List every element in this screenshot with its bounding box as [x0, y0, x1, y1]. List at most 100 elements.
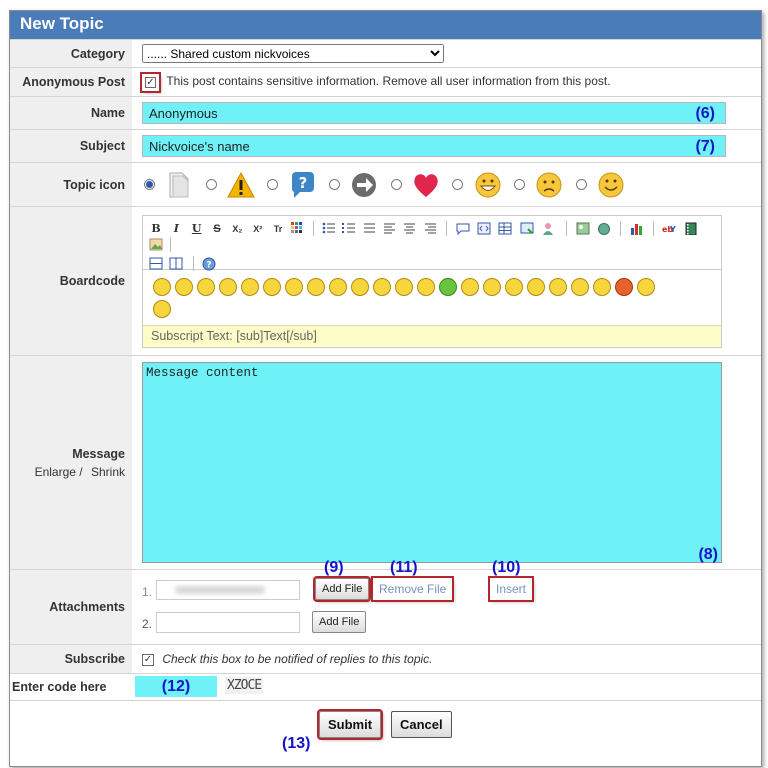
insert-link[interactable]: Insert — [487, 575, 535, 602]
boardcode-hint: Subscript Text: [sub]Text[/sub] — [143, 324, 721, 347]
submit-button[interactable]: Submit — [316, 709, 384, 740]
marker-13: (13) — [282, 735, 311, 752]
smiley-sleep-icon[interactable] — [461, 277, 479, 296]
italic-button[interactable]: I — [169, 221, 183, 236]
marker-9: (9) — [324, 558, 344, 576]
bulleted-list-icon[interactable] — [322, 222, 336, 235]
subscript-button[interactable]: X₂ — [230, 222, 244, 237]
smiley-angry-icon[interactable] — [307, 277, 325, 296]
category-label: Category — [10, 39, 132, 68]
image-icon[interactable] — [576, 222, 590, 235]
message-textarea[interactable]: Message content (8) — [142, 362, 722, 563]
smiley-devil-icon[interactable] — [615, 277, 633, 296]
align-right-icon[interactable] — [424, 222, 437, 235]
warning-icon — [227, 171, 255, 197]
split-horizontal-icon[interactable] — [149, 257, 163, 270]
code-icon[interactable] — [477, 222, 491, 235]
smiley-dizzy-icon[interactable] — [483, 277, 501, 296]
name-label: Name — [10, 96, 132, 130]
align-left-icon[interactable] — [383, 222, 396, 235]
heart-icon — [414, 173, 438, 197]
smiley-rolleyes-icon[interactable] — [395, 277, 413, 296]
user-icon[interactable] — [541, 222, 555, 235]
attachments-label: Attachments — [10, 569, 132, 645]
smiley-cry-icon[interactable] — [593, 277, 611, 296]
remove-file-link[interactable]: Remove File — [370, 575, 455, 602]
smiley-tongue-icon[interactable] — [285, 277, 303, 296]
toolbar-separator — [312, 220, 314, 236]
shrink-link[interactable]: Shrink — [91, 465, 125, 479]
smiley-happy-icon[interactable] — [241, 277, 259, 296]
help-icon[interactable]: ? — [202, 257, 216, 271]
attachment-1-filename[interactable] — [156, 579, 300, 600]
smiley-smile-icon[interactable] — [197, 277, 215, 296]
add-file-button-2[interactable]: Add File — [312, 610, 367, 633]
question-icon: ? — [291, 171, 314, 198]
message-row: Message Enlarge / Shrink Message content… — [10, 355, 761, 570]
topic-icon-radio-smile[interactable] — [575, 179, 587, 190]
strikethrough-button[interactable]: S — [210, 222, 224, 237]
topic-icon-radio-confused[interactable] — [514, 179, 526, 190]
topic-icon-radio-arrow[interactable] — [329, 179, 341, 190]
smiley-confused-icon[interactable] — [637, 277, 655, 296]
list-icon[interactable] — [363, 222, 376, 235]
topic-icon-radio-heart[interactable] — [390, 179, 402, 190]
smiley-crazy-icon[interactable] — [549, 277, 567, 296]
smiley-ohh-icon[interactable] — [505, 277, 523, 296]
boardcode-editor: B I U S X₂ X² Tr eb Y ? Subscript Text: … — [142, 214, 722, 348]
marker-12: (12) — [161, 678, 191, 695]
toolbar-separator — [566, 220, 568, 236]
subscribe-checkbox[interactable]: ✓ — [142, 653, 154, 666]
subject-label: Subject — [10, 129, 132, 163]
color-grid-icon[interactable] — [291, 222, 303, 234]
topic-icon-radio-grin[interactable] — [452, 179, 464, 190]
smiley-blush-icon[interactable] — [329, 277, 347, 296]
picture-icon[interactable] — [149, 238, 163, 251]
category-select[interactable]: ...... Shared custom nickvoices — [142, 44, 444, 63]
smiley-kiss-icon[interactable] — [527, 277, 545, 296]
superscript-button[interactable]: X² — [251, 222, 265, 237]
smiley-laugh-icon[interactable] — [417, 277, 435, 296]
smiley-grin-icon[interactable] — [219, 277, 237, 296]
boardcode-row: Boardcode B I U S X₂ X² Tr eb Y ? Subscr… — [10, 206, 761, 356]
smiley-sick-icon[interactable] — [439, 277, 457, 296]
smiley-sad-icon[interactable] — [175, 277, 193, 296]
anonymous-checkbox[interactable]: ✓ — [140, 71, 161, 93]
web-image-icon[interactable] — [597, 222, 611, 235]
name-input[interactable]: Anonymous (6) — [142, 102, 726, 124]
split-vertical-icon[interactable] — [169, 257, 183, 270]
smiley-cool-icon[interactable] — [153, 277, 171, 296]
ebay-icon[interactable]: ebY — [662, 222, 676, 235]
teletype-button[interactable]: Tr — [271, 222, 285, 237]
topic-icon-radio-question[interactable] — [267, 179, 279, 190]
align-center-icon[interactable] — [403, 222, 416, 235]
captcha-input[interactable]: (12) — [135, 676, 217, 697]
topic-icon-row: Topic icon ? — [10, 162, 761, 207]
chart-icon[interactable] — [630, 222, 644, 235]
attachment-2-filename[interactable] — [156, 611, 300, 633]
boardcode-label: Boardcode — [10, 206, 132, 356]
smiley-wink-icon[interactable] — [263, 277, 281, 296]
subject-input[interactable]: Nickvoice's name (7) — [142, 135, 726, 157]
smiley-dead-icon[interactable] — [153, 299, 171, 318]
smiley-neutral-icon[interactable] — [571, 277, 589, 296]
quote-icon[interactable] — [456, 222, 470, 236]
anonymous-text: This post contains sensitive information… — [166, 74, 611, 89]
subscribe-text: Check this box to be notified of replies… — [162, 652, 433, 666]
add-file-button-1[interactable]: Add File — [312, 575, 372, 602]
table-icon[interactable] — [498, 222, 512, 235]
bold-button[interactable]: B — [149, 221, 163, 236]
smiley-bar — [143, 270, 721, 325]
cancel-button[interactable]: Cancel — [391, 711, 452, 738]
film-icon[interactable] — [684, 222, 698, 236]
topic-icon-radio-none[interactable] — [144, 179, 155, 190]
numbered-list-icon[interactable] — [342, 222, 356, 235]
topic-icon-label: Topic icon — [10, 162, 132, 207]
topic-icon-radio-warning[interactable] — [205, 179, 217, 190]
enlarge-link[interactable]: Enlarge — [35, 465, 76, 479]
svg-text:?: ? — [298, 174, 307, 192]
smiley-surprise-icon[interactable] — [351, 277, 369, 296]
link-icon[interactable] — [520, 222, 534, 235]
smiley-shocked-icon[interactable] — [373, 277, 391, 296]
underline-button[interactable]: U — [190, 221, 204, 236]
